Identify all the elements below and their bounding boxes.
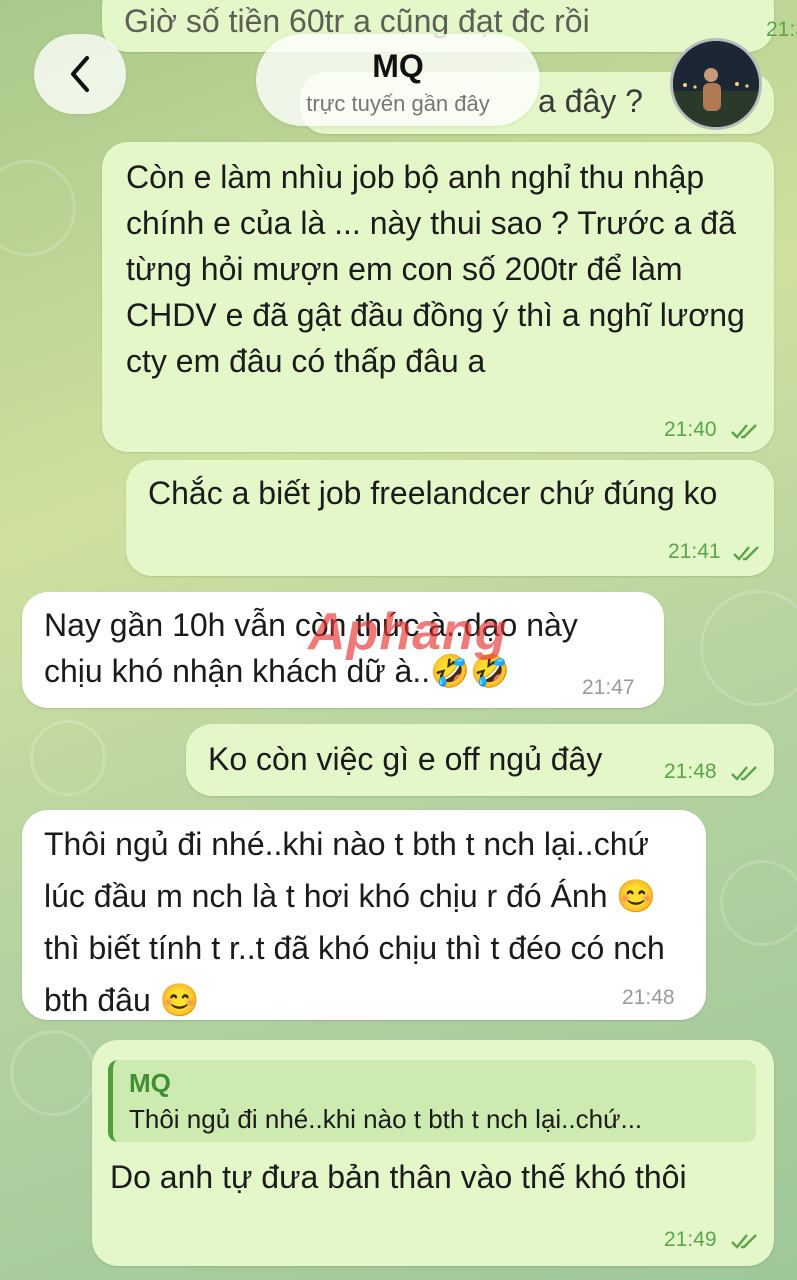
chevron-left-icon (71, 56, 89, 92)
contact-name: MQ (372, 48, 424, 84)
wallpaper-doodle (0, 160, 76, 256)
message-text: Thôi ngủ đi nhé..khi nào t bth t nch lại… (44, 826, 665, 1018)
wallpaper-doodle (10, 1030, 96, 1116)
message-bubble-outgoing[interactable]: Chắc a biết job freelandcer chứ đúng ko … (126, 460, 774, 576)
message-time: 21:39 (766, 18, 797, 41)
contact-status: trực tuyến gần đây (306, 91, 490, 116)
contact-avatar[interactable] (670, 38, 762, 130)
avatar-photo (673, 41, 759, 127)
message-bubble-incoming[interactable]: Thôi ngủ đi nhé..khi nào t bth t nch lại… (22, 810, 706, 1020)
wallpaper-doodle (30, 720, 106, 796)
message-time: 21:49 (664, 1228, 717, 1251)
read-receipt-icon (731, 1234, 757, 1249)
wallpaper-doodle (720, 860, 797, 946)
reply-author: MQ (129, 1068, 171, 1098)
message-time: 21:48 (622, 986, 675, 1009)
message-bubble-outgoing[interactable]: Ko còn việc gì e off ngủ đây 21:48 (186, 724, 774, 796)
read-receipt-icon (731, 424, 757, 439)
message-text: Do anh tự đưa bản thân vào thế khó thôi (110, 1159, 687, 1195)
reply-text: Thôi ngủ đi nhé..khi nào t bth t nch lại… (129, 1104, 643, 1134)
back-button[interactable] (34, 34, 126, 114)
reply-quote[interactable]: MQ Thôi ngủ đi nhé..khi nào t bth t nch … (108, 1060, 756, 1142)
message-bubble-outgoing[interactable]: MQ Thôi ngủ đi nhé..khi nào t bth t nch … (92, 1040, 774, 1266)
read-receipt-icon (733, 546, 759, 561)
message-time: 21:40 (664, 418, 717, 441)
wallpaper-doodle (700, 590, 797, 706)
message-bubble-outgoing[interactable]: Còn e làm nhìu job bộ anh nghỉ thu nhập … (102, 142, 774, 452)
message-text: Còn e làm nhìu job bộ anh nghỉ thu nhập … (126, 159, 745, 379)
message-time: 21:47 (582, 676, 635, 699)
message-time: 21:48 (664, 760, 717, 783)
chat-header-title[interactable]: MQ trực tuyến gần đây (256, 34, 540, 126)
watermark-logo: Aphang (308, 603, 508, 661)
message-text: Ko còn việc gì e off ngủ đây (208, 741, 603, 777)
message-text: Chắc a biết job freelandcer chứ đúng ko (148, 475, 718, 511)
message-time: 21:41 (668, 540, 721, 563)
message-text: a đây ? (538, 83, 643, 119)
read-receipt-icon (731, 766, 757, 781)
